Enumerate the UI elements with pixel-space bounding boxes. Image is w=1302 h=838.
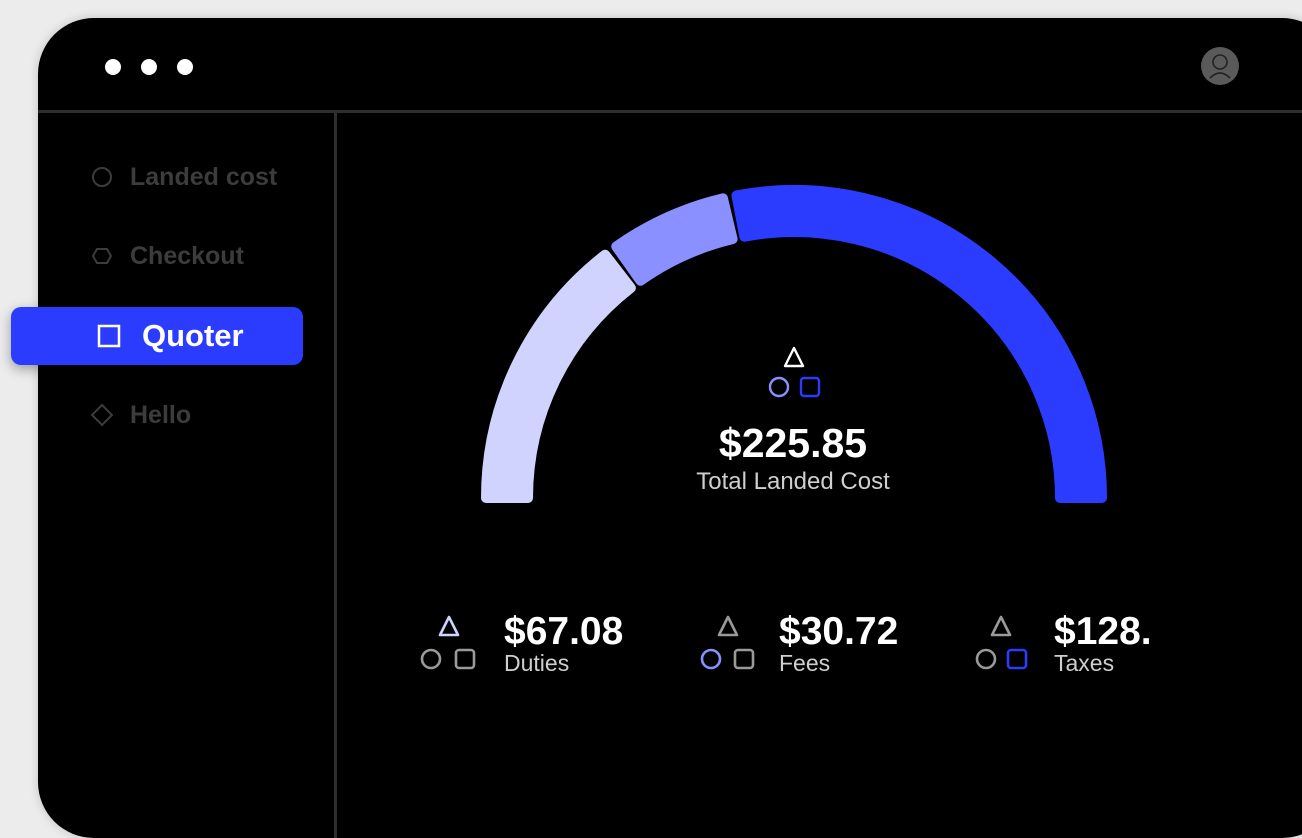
taxes-label: Taxes [1054, 650, 1115, 676]
shapes-icon [765, 345, 825, 406]
duties-amount: $67.08 [504, 610, 624, 653]
gauge-segment-fees [611, 193, 738, 286]
taxes-amount: $128. [1054, 610, 1152, 653]
duties-label: Duties [504, 650, 570, 676]
total-landed-cost-label: Total Landed Cost [696, 468, 890, 495]
shapes-icon [420, 614, 480, 677]
total-landed-cost-amount: $225.85 [718, 420, 868, 466]
shapes-icon [970, 614, 1030, 677]
gauge-segment-duties [481, 249, 636, 503]
fees-label: Fees [779, 650, 831, 676]
shapes-icon [695, 614, 755, 677]
fees-amount: $30.72 [779, 610, 899, 653]
